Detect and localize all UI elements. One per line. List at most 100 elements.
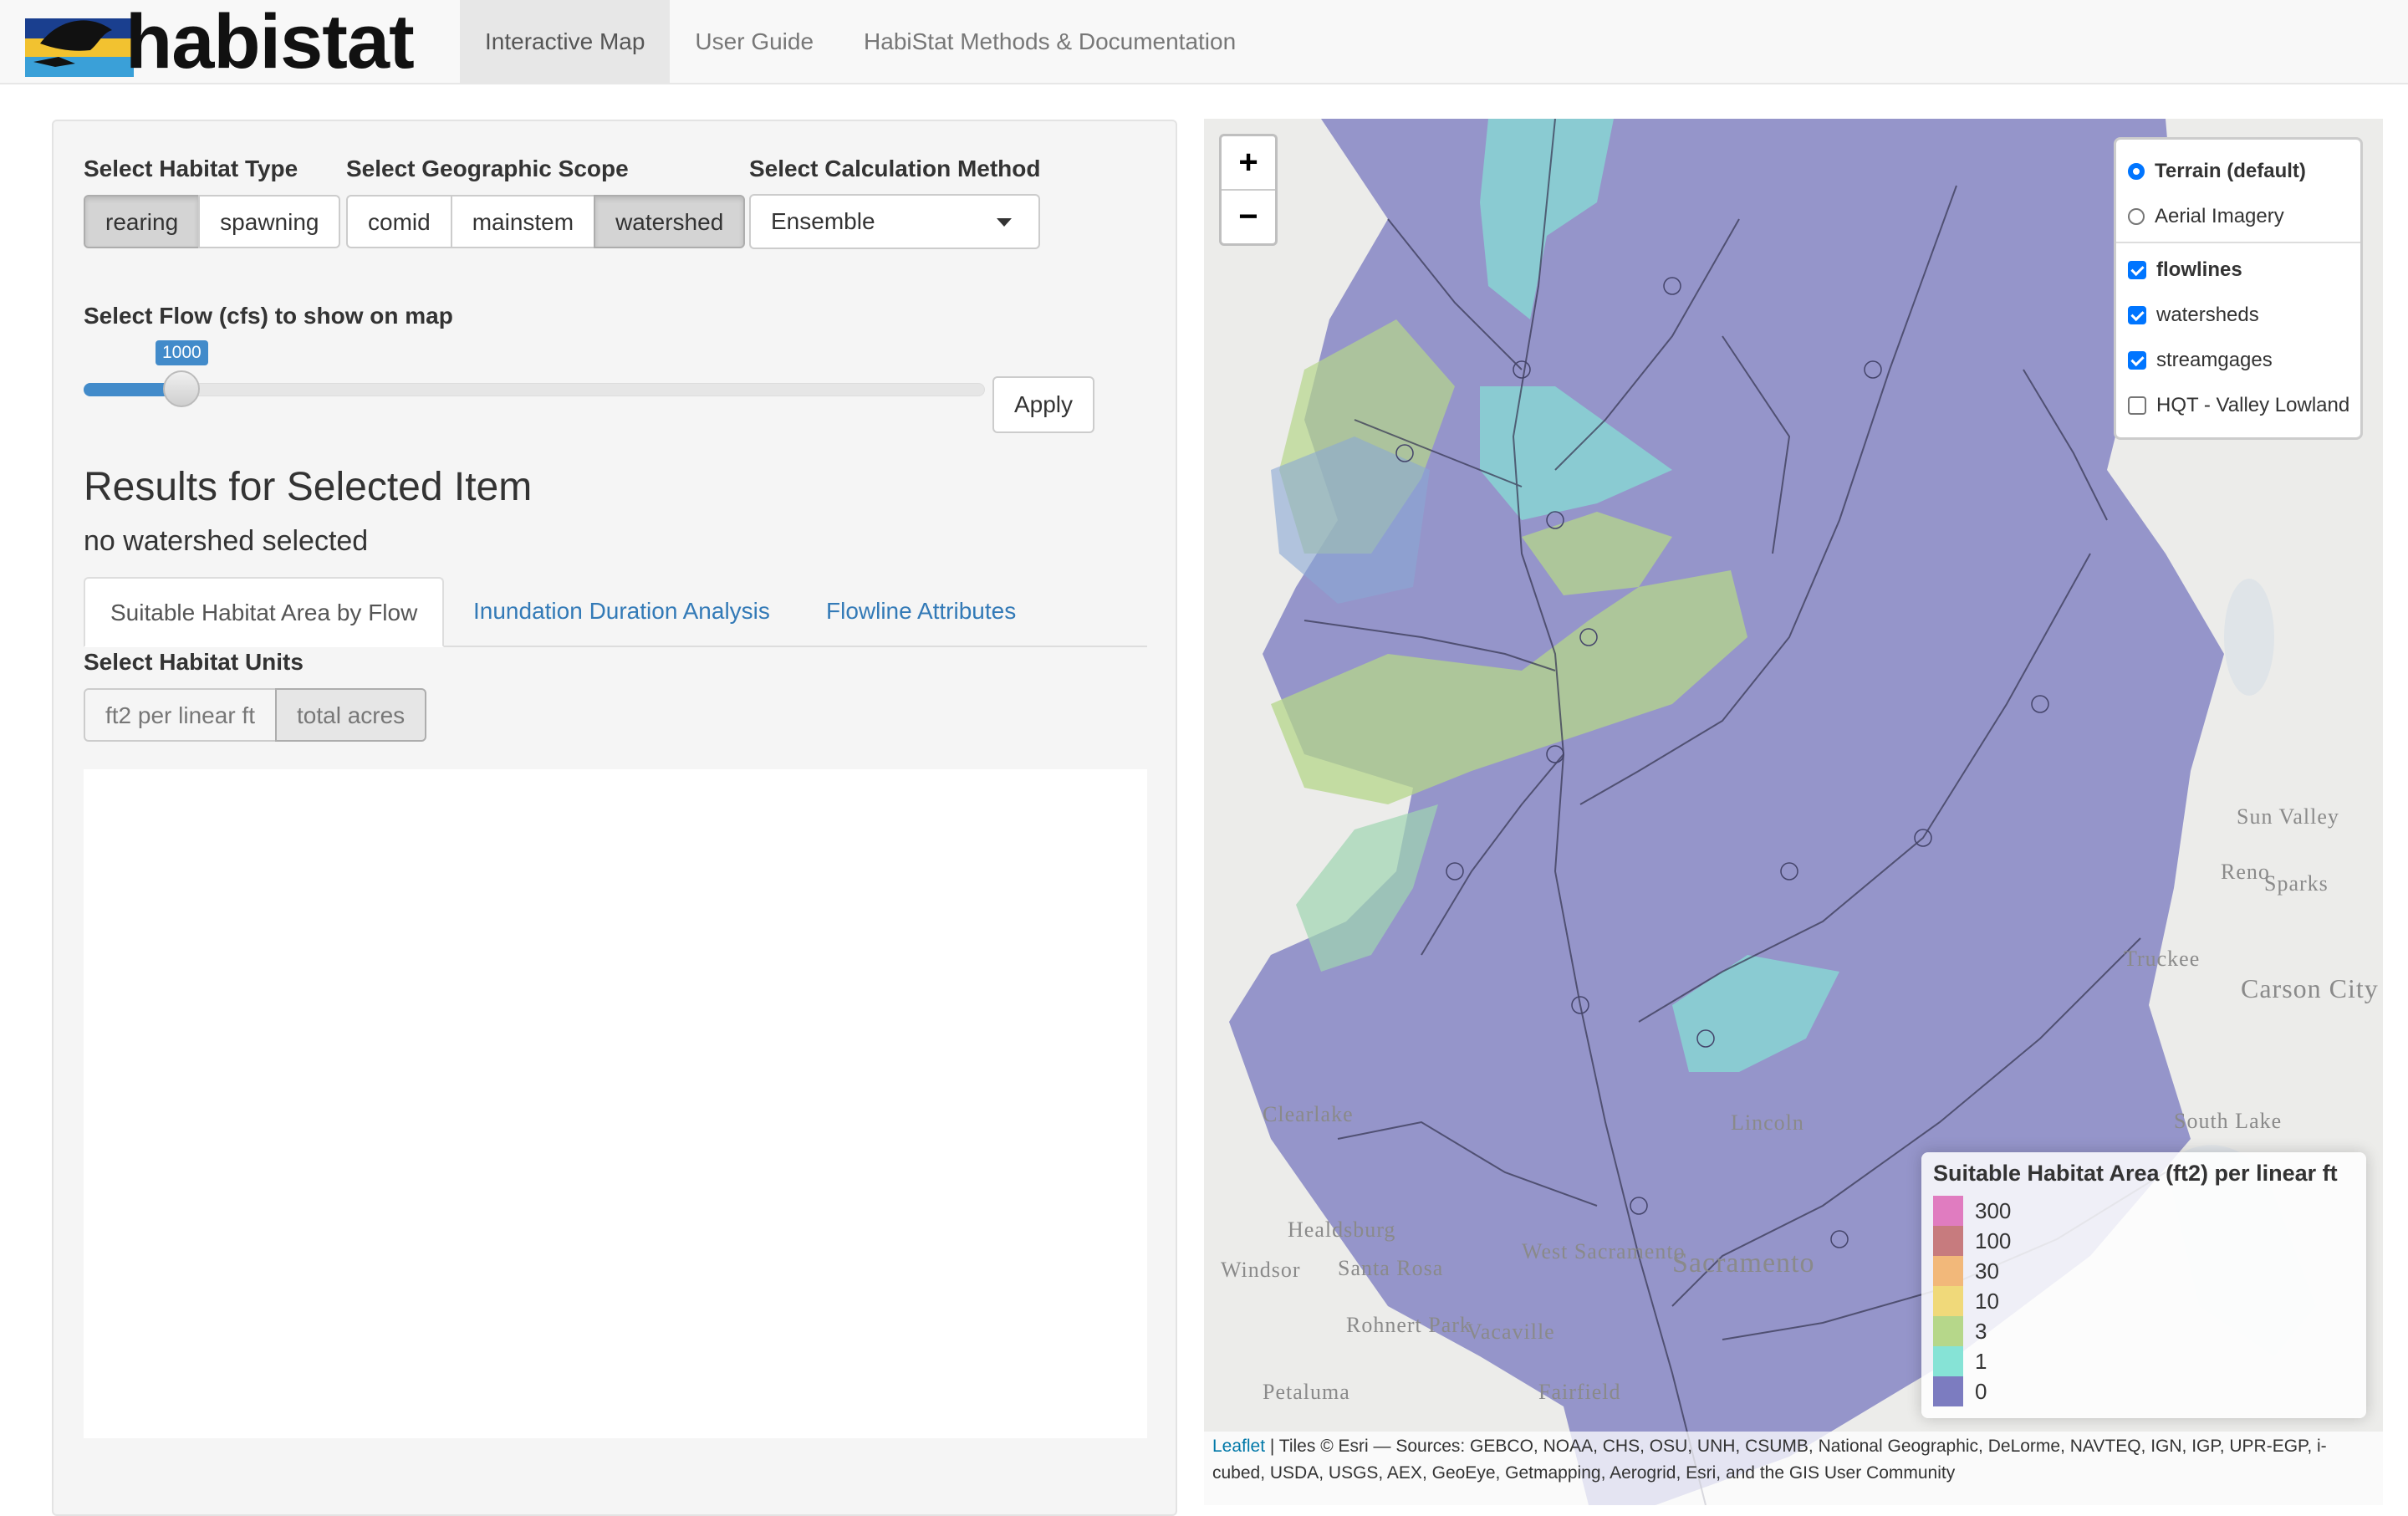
radio-selected-icon xyxy=(2128,163,2145,180)
basemap-terrain-label: Terrain (default) xyxy=(2155,160,2306,182)
map-label-south-lake: South Lake xyxy=(2174,1109,2283,1133)
scope-comid-button[interactable]: comid xyxy=(346,195,452,248)
overlay-flowlines-option[interactable]: flowlines xyxy=(2128,255,2242,285)
legend-swatch xyxy=(1933,1226,1963,1256)
overlay-streamgages-label: streamgages xyxy=(2156,349,2273,371)
checkbox-checked-icon xyxy=(2128,306,2146,324)
legend-item: 30 xyxy=(1933,1256,1999,1286)
legend-title: Suitable Habitat Area (ft2) per linear f… xyxy=(1933,1161,2338,1186)
legend-label: 30 xyxy=(1975,1258,1999,1284)
map-zoom-control: + − xyxy=(1219,134,1278,246)
radio-unselected-icon xyxy=(2128,208,2145,225)
map-attribution: Leaflet | Tiles © Esri — Sources: GEBCO,… xyxy=(1204,1432,2383,1505)
legend-swatch xyxy=(1933,1376,1963,1406)
results-plot-area xyxy=(84,769,1147,1438)
habistat-logo[interactable]: habistat xyxy=(25,0,420,84)
checkbox-unchecked-icon xyxy=(2128,396,2146,415)
zoom-in-button[interactable]: + xyxy=(1222,136,1275,191)
map-label-lincoln: Lincoln xyxy=(1731,1110,1804,1135)
habitat-rearing-button[interactable]: rearing xyxy=(84,195,201,248)
map-label-windsor: Windsor xyxy=(1221,1258,1301,1282)
legend-item: 100 xyxy=(1933,1226,2011,1256)
overlay-watersheds-label: watersheds xyxy=(2156,304,2259,326)
units-total-acres-button[interactable]: total acres xyxy=(274,688,427,742)
legend-item: 3 xyxy=(1933,1316,1987,1346)
checkbox-checked-icon xyxy=(2128,351,2146,370)
map-label-sacramento: Sacramento xyxy=(1672,1248,1815,1279)
basemap-aerial-label: Aerial Imagery xyxy=(2155,205,2284,227)
map-label-sun-valley: Sun Valley xyxy=(2237,804,2339,829)
checkbox-checked-icon xyxy=(2128,261,2146,279)
flow-slider-value: 1000 xyxy=(156,340,208,365)
scope-mainstem-button[interactable]: mainstem xyxy=(450,195,596,248)
tab-flowline-attributes[interactable]: Flowline Attributes xyxy=(826,577,1016,646)
tab-user-guide[interactable]: User Guide xyxy=(670,0,839,84)
habitat-units-buttons: ft2 per linear ft total acres xyxy=(84,688,427,742)
map-label-vacaville: Vacaville xyxy=(1467,1319,1555,1344)
results-title: Results for Selected Item xyxy=(84,465,533,509)
map-label-rohnert-park: Rohnert Park xyxy=(1346,1313,1472,1337)
overlay-flowlines-label: flowlines xyxy=(2156,258,2242,281)
habistat-wordmark: habistat xyxy=(125,0,415,84)
zoom-out-button[interactable]: − xyxy=(1222,191,1275,243)
tab-interactive-map[interactable]: Interactive Map xyxy=(460,0,671,84)
legend-label: 0 xyxy=(1975,1378,1987,1404)
calc-method-label: Select Calculation Method xyxy=(749,156,1041,181)
habitat-type-label: Select Habitat Type xyxy=(84,156,298,181)
logo-color-bands-icon xyxy=(25,18,134,77)
map-legend: Suitable Habitat Area (ft2) per linear f… xyxy=(1921,1152,2366,1418)
leaflet-link[interactable]: Leaflet xyxy=(1212,1437,1265,1456)
layer-control: Terrain (default) Aerial Imagery flowlin… xyxy=(2114,137,2363,440)
overlay-watersheds-option[interactable]: watersheds xyxy=(2128,300,2259,330)
map-label-fairfield: Fairfield xyxy=(1538,1380,1621,1404)
habitat-type-buttons: rearing spawning xyxy=(84,195,341,248)
chevron-down-icon xyxy=(997,218,1012,227)
legend-item: 300 xyxy=(1933,1196,2011,1226)
map-label-clearlake: Clearlake xyxy=(1263,1102,1354,1126)
units-ft2-per-ft-button[interactable]: ft2 per linear ft xyxy=(84,688,277,742)
top-navbar: habistat Interactive Map User Guide Habi… xyxy=(0,0,2408,84)
tab-suitable-habitat[interactable]: Suitable Habitat Area by Flow xyxy=(84,577,445,647)
overlay-streamgages-option[interactable]: streamgages xyxy=(2128,345,2273,375)
legend-swatch xyxy=(1933,1256,1963,1286)
habitat-units-label: Select Habitat Units xyxy=(84,649,304,675)
attribution-text: | Tiles © Esri — Sources: GEBCO, NOAA, C… xyxy=(1212,1437,2327,1483)
flow-label: Select Flow (cfs) to show on map xyxy=(84,303,453,329)
map-label-carson-city: Carson City xyxy=(2241,973,2379,1003)
legend-swatch xyxy=(1933,1196,1963,1226)
habitat-spawning-button[interactable]: spawning xyxy=(198,195,341,248)
apply-button[interactable]: Apply xyxy=(992,376,1094,433)
layer-control-divider xyxy=(2116,242,2360,243)
map-label-truckee: Truckee xyxy=(2124,947,2201,971)
basemap-terrain-option[interactable]: Terrain (default) xyxy=(2128,156,2306,186)
tab-inundation-duration[interactable]: Inundation Duration Analysis xyxy=(473,577,770,646)
calc-method-value: Ensemble xyxy=(771,208,875,234)
results-subtitle: no watershed selected xyxy=(84,525,369,557)
flow-slider-track[interactable] xyxy=(84,383,985,396)
overlay-hqt-label: HQT - Valley Lowland xyxy=(2156,394,2350,416)
legend-swatch xyxy=(1933,1286,1963,1316)
flow-slider-handle[interactable] xyxy=(163,370,200,407)
legend-label: 100 xyxy=(1975,1228,2012,1253)
geo-scope-buttons: comid mainstem watershed xyxy=(346,195,746,248)
main-nav-tabs: Interactive Map User Guide HabiStat Meth… xyxy=(460,0,1261,84)
map-label-sparks: Sparks xyxy=(2264,871,2329,896)
map-label-west-sacramento: West Sacramento xyxy=(1522,1239,1686,1263)
map-label-reno: Reno xyxy=(2221,860,2270,884)
tab-methods-documentation[interactable]: HabiStat Methods & Documentation xyxy=(839,0,1261,84)
legend-item: 0 xyxy=(1933,1376,1987,1406)
legend-label: 300 xyxy=(1975,1197,2012,1223)
legend-item: 1 xyxy=(1933,1346,1987,1376)
legend-swatch xyxy=(1933,1346,1963,1376)
legend-swatch xyxy=(1933,1316,1963,1346)
basemap-aerial-option[interactable]: Aerial Imagery xyxy=(2128,202,2284,232)
scope-watershed-button[interactable]: watershed xyxy=(594,195,746,248)
legend-label: 10 xyxy=(1975,1288,1999,1314)
overlay-hqt-valley-lowland-option[interactable]: HQT - Valley Lowland xyxy=(2128,390,2349,421)
legend-label: 1 xyxy=(1975,1348,1987,1374)
geo-scope-label: Select Geographic Scope xyxy=(346,156,629,181)
legend-item: 10 xyxy=(1933,1286,1999,1316)
map-label-santa-rosa: Santa Rosa xyxy=(1338,1256,1444,1280)
map-label-healdsburg: Healdsburg xyxy=(1288,1217,1396,1242)
calc-method-select[interactable]: Ensemble xyxy=(749,194,1040,249)
